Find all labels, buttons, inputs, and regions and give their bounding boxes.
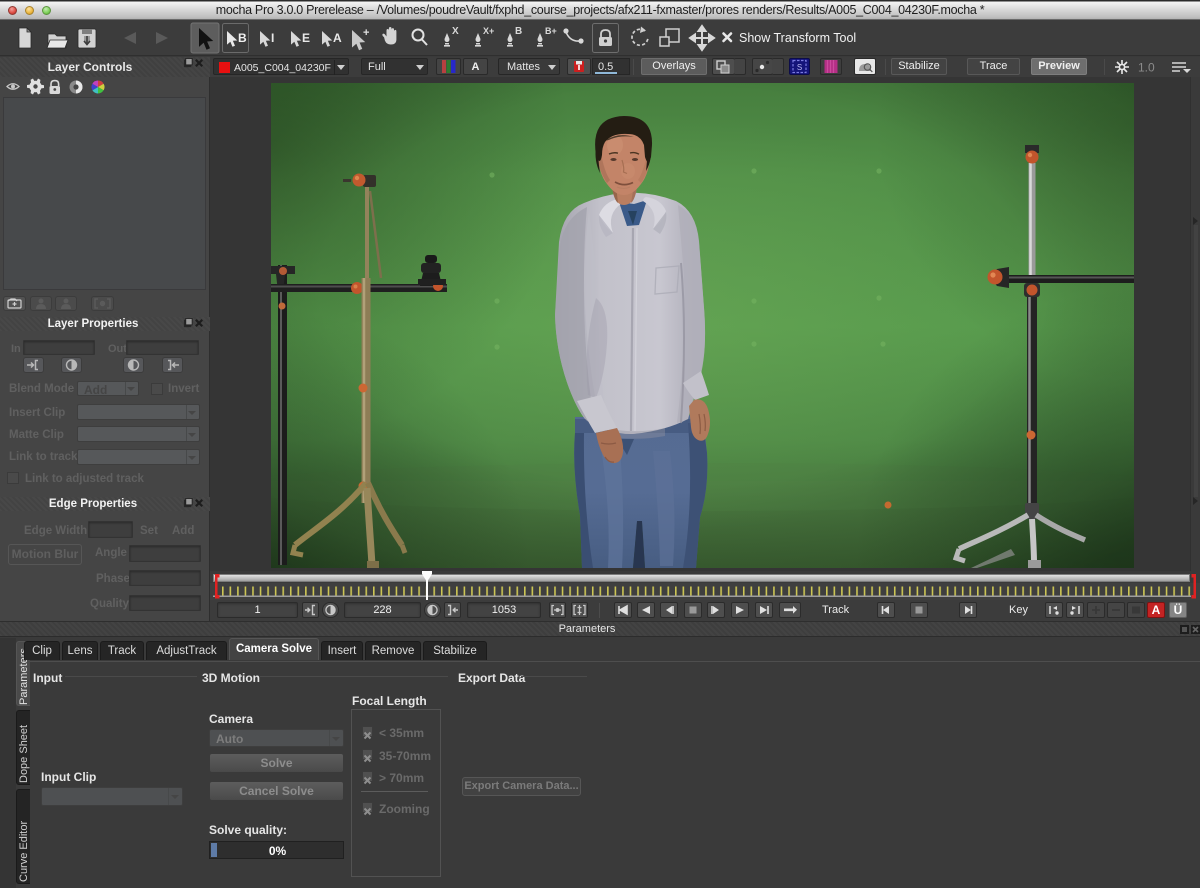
svg-text:X+: X+ [483,26,494,36]
svg-text:B+: B+ [545,26,557,36]
svg-text:I: I [271,31,274,45]
svg-text:Show Transform Tool: Show Transform Tool [739,31,856,45]
svg-text:+: + [363,27,369,39]
svg-text:E: E [302,31,310,45]
svg-text:1.0: 1.0 [1138,61,1155,75]
svg-text:A: A [333,31,342,45]
svg-text:S: S [797,63,802,72]
svg-text:B: B [515,26,522,37]
svg-text:B: B [238,31,247,45]
svg-text:X: X [452,26,459,37]
